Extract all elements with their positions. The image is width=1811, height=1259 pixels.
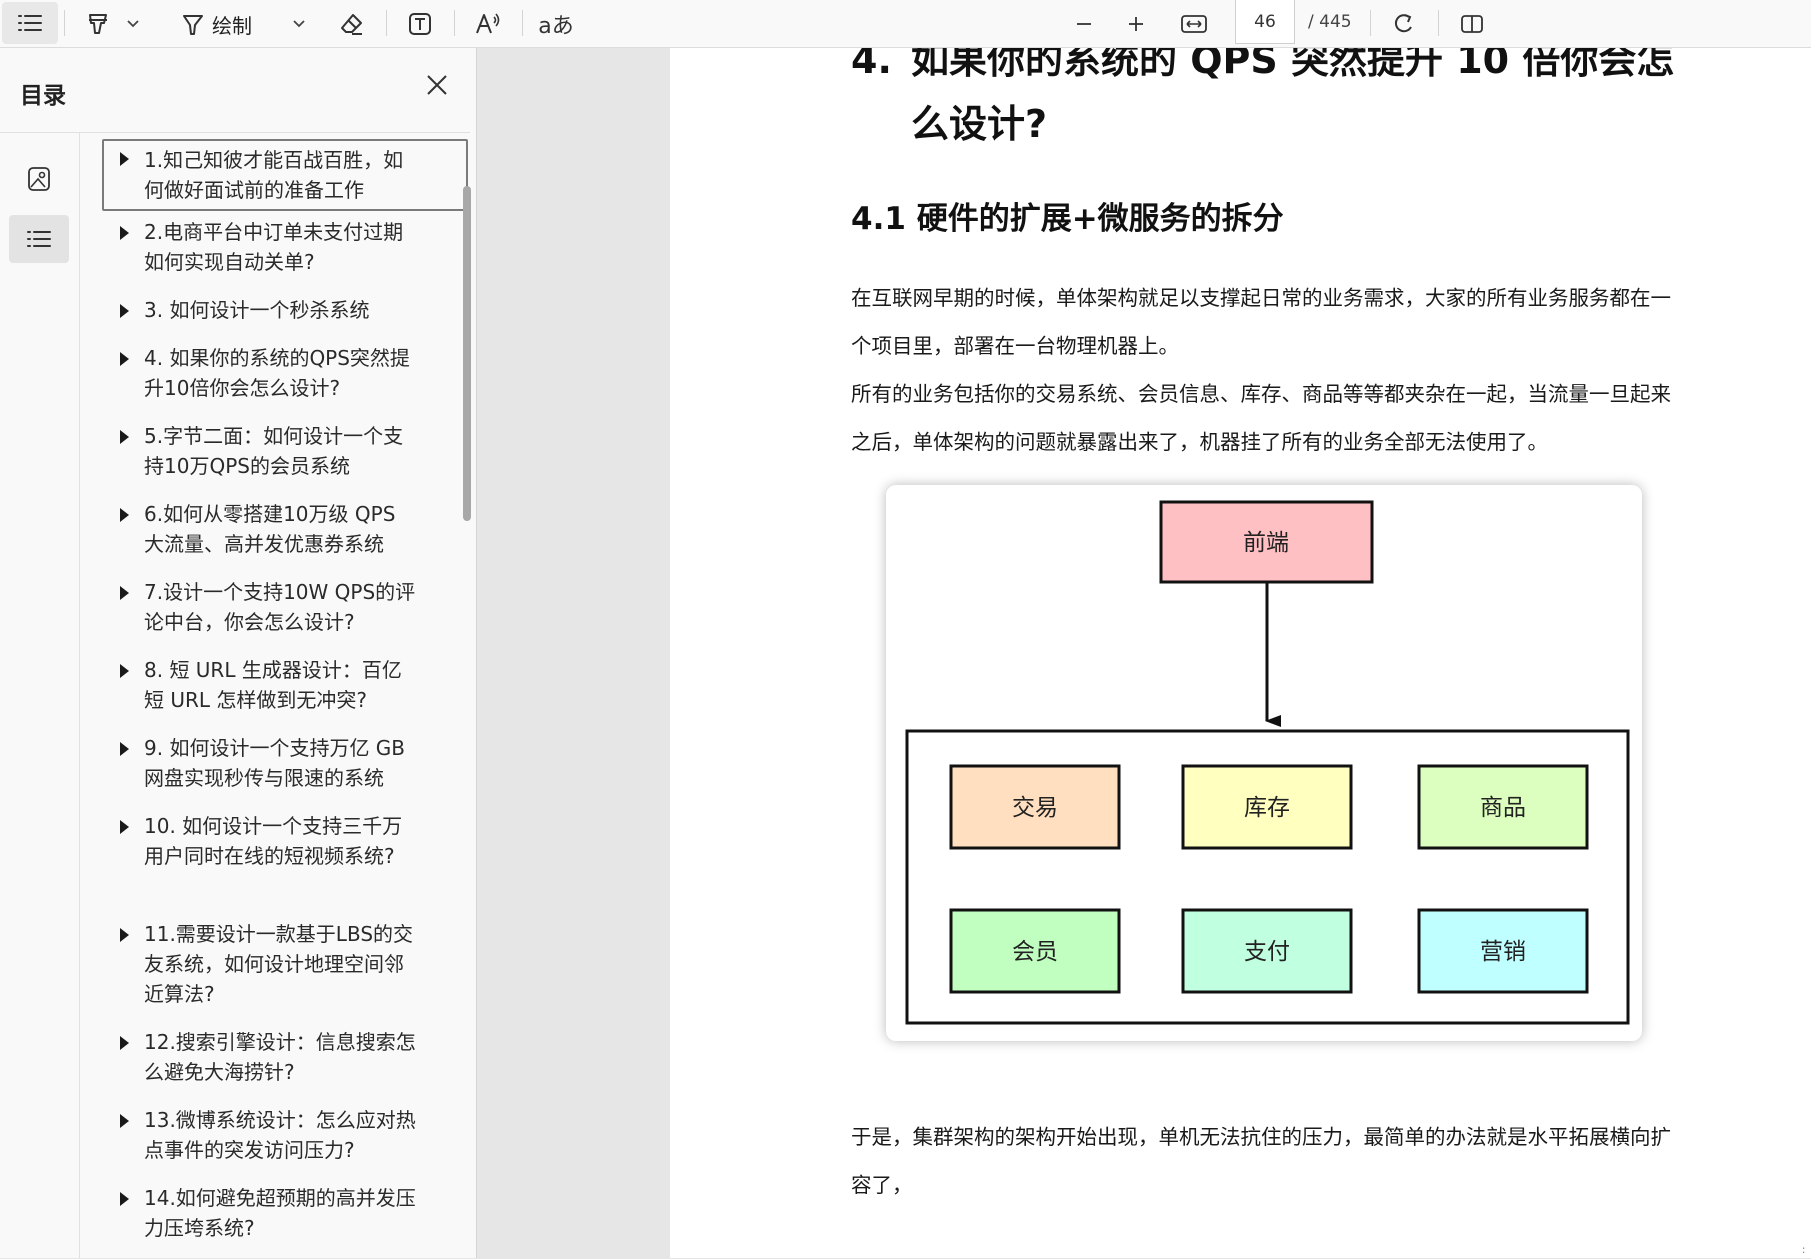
toc-toggle-icon[interactable] xyxy=(2,2,58,44)
toc-item-label: 10. 如何设计一个支持三千万用户同时在线的短视频系统? xyxy=(144,814,403,868)
expand-arrow-icon[interactable] xyxy=(120,586,129,600)
module-label: 会员 xyxy=(1012,939,1058,965)
toc-item[interactable]: 2.电商平台中订单未支付过期如何实现自动关单? xyxy=(102,213,468,281)
toc-item-label: 11.需要设计一款基于LBS的交友系统，如何设计地理空间邻近算法? xyxy=(144,922,414,1006)
toc-item[interactable]: 7.设计一个支持10W QPS的评论中台，你会怎么设计? xyxy=(102,573,468,641)
toc-item[interactable]: 11.需要设计一款基于LBS的交友系统，如何设计地理空间邻近算法? xyxy=(102,915,468,1013)
paragraph: 在互联网早期的时候，单体架构就足以支撑起日常的业务需求，大家的所有业务服务都在一… xyxy=(851,286,1671,358)
architecture-diagram: 前端 交易 库存 商品会员 支付 营销 xyxy=(886,485,1642,1041)
pen-icon xyxy=(183,15,203,35)
corner-mark: : xyxy=(1801,1243,1809,1256)
toc-list: 1.知己知彼才能百战百胜，如何做好面试前的准备工作 2.电商平台中订单未支付过期… xyxy=(80,132,470,1259)
divider xyxy=(454,10,455,36)
draw-button[interactable]: 绘制 xyxy=(180,0,280,48)
toc-item-label: 4. 如果你的系统的QPS突然提升10倍你会怎么设计? xyxy=(144,346,410,400)
module-label: 支付 xyxy=(1244,939,1290,965)
divider xyxy=(64,10,65,36)
toc-item-label: 6.如何从零搭建10万级 QPS 大流量、高并发优惠券系统 xyxy=(144,502,396,556)
close-icon[interactable] xyxy=(422,70,452,100)
section-number: 4. xyxy=(851,48,892,82)
toc-item[interactable]: 5.字节二面：如何设计一个支持10万QPS的会员系统 xyxy=(102,417,468,485)
document-page: 4. 如果你的系统的 QPS 突然提升 10 倍你会怎么设计? 4.1 硬件的扩… xyxy=(670,48,1811,1258)
paragraph: 于是，集群架构的架构开始出现，单机无法抗住的压力，最简单的办法就是水平拓展横向扩… xyxy=(851,1125,1671,1197)
expand-arrow-icon[interactable] xyxy=(120,508,129,522)
toolbar: 绘制 aあ 46 / 445 xyxy=(0,0,1811,48)
toc-item-label: 8. 短 URL 生成器设计：百亿短 URL 怎样做到无冲突? xyxy=(144,658,402,712)
diagram-canvas: 前端 交易 库存 商品会员 支付 营销 xyxy=(905,500,1630,1025)
toc-item-label: 5.字节二面：如何设计一个支持10万QPS的会员系统 xyxy=(144,424,404,478)
rotate-icon[interactable] xyxy=(1386,0,1422,48)
paragraph: 所有的业务包括你的交易系统、会员信息、库存、商品等等都夹杂在一起，当流量一旦起来… xyxy=(851,382,1671,454)
divider xyxy=(1438,10,1439,36)
toc-item[interactable]: 13.微博系统设计：怎么应对热点事件的突发访问压力? xyxy=(102,1101,468,1169)
toc-item[interactable]: 9. 如何设计一个支持万亿 GB 网盘实现秒传与限速的系统 xyxy=(102,729,468,797)
toc-item[interactable]: 10. 如何设计一个支持三千万用户同时在线的短视频系统? xyxy=(102,807,468,875)
toc-item[interactable]: 6.如何从零搭建10万级 QPS 大流量、高并发优惠券系统 xyxy=(102,495,468,563)
toc-item-label: 3. 如何设计一个秒杀系统 xyxy=(144,298,370,322)
expand-arrow-icon[interactable] xyxy=(120,430,129,444)
expand-arrow-icon[interactable] xyxy=(120,1192,129,1206)
expand-arrow-icon[interactable] xyxy=(120,226,129,240)
draw-dropdown-chevron-down-icon[interactable] xyxy=(288,0,310,48)
thumbnails-image-icon[interactable] xyxy=(9,155,69,203)
toc-item-label: 14.如何避免超预期的高并发压力压垮系统? xyxy=(144,1186,416,1240)
toc-item-label: 7.设计一个支持10W QPS的评论中台，你会怎么设计? xyxy=(144,580,416,634)
subsection-heading: 4.1 硬件的扩展+微服务的拆分 xyxy=(851,201,1284,237)
toc-sidebar: 目录 1.知己知彼才能百战百胜，如何做好面试前的准备工作 2.电商平台中订单未支… xyxy=(0,48,477,1258)
module-label: 库存 xyxy=(1244,795,1290,821)
expand-arrow-icon[interactable] xyxy=(120,820,129,834)
expand-arrow-icon[interactable] xyxy=(120,152,129,166)
text-box-icon[interactable] xyxy=(402,0,438,48)
toc-scrollbar[interactable] xyxy=(463,186,471,521)
zoom-in-icon[interactable] xyxy=(1118,0,1154,48)
expand-arrow-icon[interactable] xyxy=(120,352,129,366)
toc-item-label: 1.知己知彼才能百战百胜，如何做好面试前的准备工作 xyxy=(144,148,404,202)
fit-width-icon[interactable] xyxy=(1174,0,1214,48)
expand-arrow-icon[interactable] xyxy=(120,304,129,318)
expand-arrow-icon[interactable] xyxy=(120,1036,129,1050)
zoom-out-icon[interactable] xyxy=(1066,0,1102,48)
expand-arrow-icon[interactable] xyxy=(120,1114,129,1128)
sidebar-rail xyxy=(0,132,80,1258)
toc-item-label: 13.微博系统设计：怎么应对热点事件的突发访问压力? xyxy=(144,1108,416,1162)
sidebar-title: 目录 xyxy=(20,83,66,109)
frontend-label: 前端 xyxy=(1243,530,1289,556)
toc-item-label: 9. 如何设计一个支持万亿 GB 网盘实现秒传与限速的系统 xyxy=(144,736,406,790)
expand-arrow-icon[interactable] xyxy=(120,928,129,942)
toc-item-label: 12.搜索引擎设计：信息搜索怎么避免大海捞针? xyxy=(144,1030,416,1084)
eraser-icon[interactable] xyxy=(334,0,370,48)
module-label: 商品 xyxy=(1480,795,1526,821)
toc-item[interactable]: 12.搜索引擎设计：信息搜索怎么避免大海捞针? xyxy=(102,1023,468,1091)
module-label: 营销 xyxy=(1480,939,1526,965)
divider xyxy=(522,10,523,36)
module-label: 交易 xyxy=(1012,795,1058,821)
highlight-dropdown-chevron-down-icon[interactable] xyxy=(122,0,144,48)
divider xyxy=(386,10,387,36)
toc-item[interactable]: 4. 如果你的系统的QPS突然提升10倍你会怎么设计? xyxy=(102,339,468,407)
toc-item[interactable]: 8. 短 URL 生成器设计：百亿短 URL 怎样做到无冲突? xyxy=(102,651,468,719)
draw-label: 绘制 xyxy=(212,13,252,38)
page-number-input[interactable]: 46 xyxy=(1235,0,1295,44)
page-view-icon[interactable] xyxy=(1454,0,1490,48)
expand-arrow-icon[interactable] xyxy=(120,742,129,756)
expand-arrow-icon[interactable] xyxy=(120,664,129,678)
toc-item[interactable]: 14.如何避免超预期的高并发压力压垮系统? xyxy=(102,1179,468,1247)
translate-icon[interactable]: aあ xyxy=(536,0,576,48)
section-title: 如果你的系统的 QPS 突然提升 10 倍你会怎么设计? xyxy=(911,48,1675,146)
read-aloud-icon[interactable] xyxy=(470,0,506,48)
module-grid: 交易 库存 商品会员 支付 营销 xyxy=(949,764,1589,994)
toc-item[interactable]: 1.知己知彼才能百战百胜，如何做好面试前的准备工作 xyxy=(102,139,468,211)
divider xyxy=(1370,10,1371,36)
highlight-icon[interactable] xyxy=(80,0,116,48)
page-total: / 445 xyxy=(1308,12,1352,32)
toc-item[interactable]: 3. 如何设计一个秒杀系统 xyxy=(102,291,468,329)
outline-list-icon[interactable] xyxy=(9,215,69,263)
toc-item-label: 2.电商平台中订单未支付过期如何实现自动关单? xyxy=(144,220,404,274)
